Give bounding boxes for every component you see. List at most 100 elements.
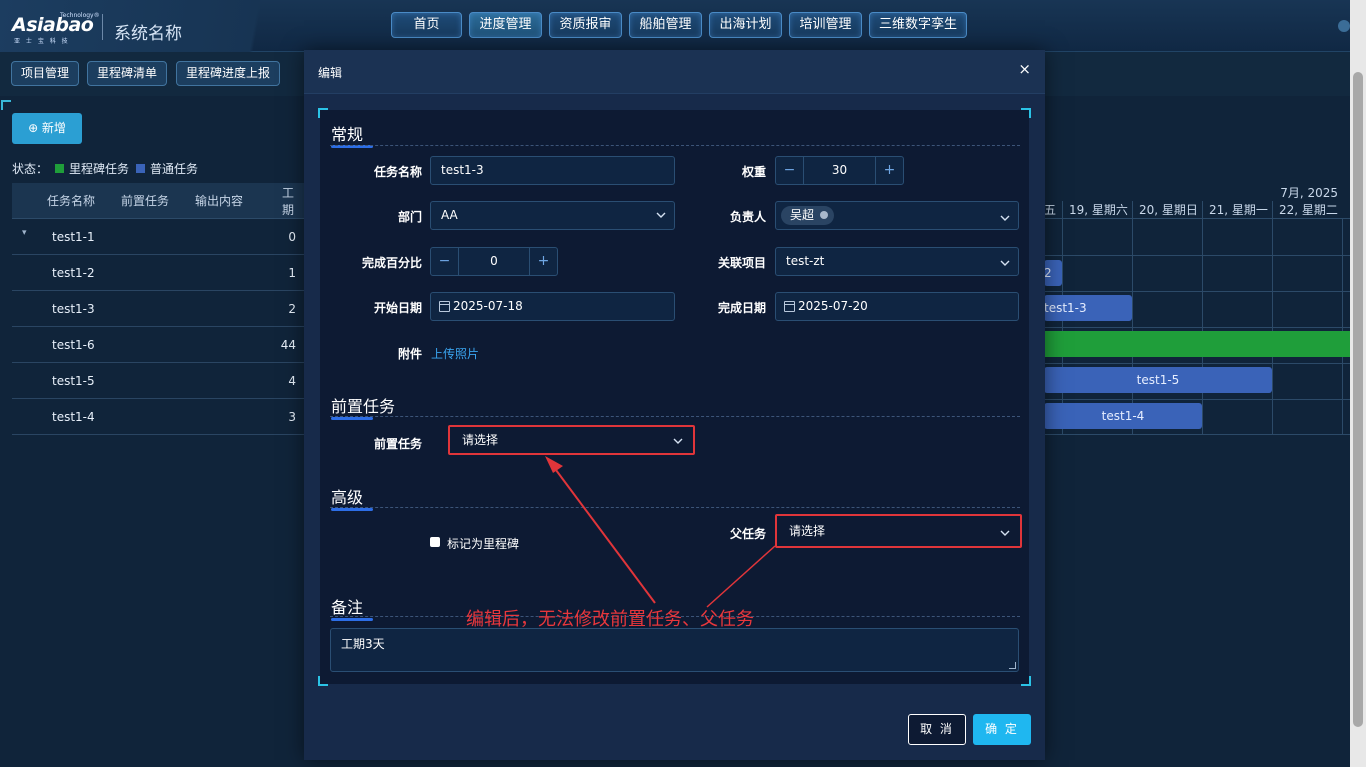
- percent-stepper[interactable]: − 0 +: [430, 247, 558, 276]
- dept-select[interactable]: AA: [430, 201, 675, 230]
- end-date-picker[interactable]: 2025-07-20: [775, 292, 1019, 321]
- start-date-picker[interactable]: 2025-07-18: [430, 292, 675, 321]
- chevron-down-icon: [1000, 215, 1010, 221]
- table-row[interactable]: test1-5 4: [12, 363, 304, 399]
- nav-ships[interactable]: 船舶管理: [629, 12, 702, 38]
- modal-header: 编辑 ×: [304, 50, 1045, 94]
- scrollbar[interactable]: [1350, 0, 1366, 767]
- table-row[interactable]: ▾ test1-1 0: [12, 219, 304, 255]
- gantt-month: 7月, 2025: [1280, 186, 1338, 200]
- nav-qualification[interactable]: 资质报审: [549, 12, 622, 38]
- percent-minus-button[interactable]: −: [431, 248, 458, 275]
- annotation-text: 编辑后，无法修改前置任务、父任务: [466, 609, 754, 630]
- system-name: 系统名称: [114, 24, 182, 44]
- section-advanced: 高级: [331, 484, 373, 511]
- parent-task-label: 父任务: [729, 527, 766, 541]
- form-area: 常规 任务名称 test1-3 权重 − 30 + 部门 AA 负责人 吴超 完…: [318, 108, 1031, 686]
- close-icon[interactable]: ×: [1018, 62, 1031, 77]
- project-label: 关联项目: [717, 256, 766, 270]
- section-predecessor: 前置任务: [331, 393, 395, 420]
- chevron-down-icon: [656, 212, 666, 218]
- percent-value[interactable]: 0: [458, 248, 530, 275]
- gantt-day: 五: [1044, 203, 1057, 217]
- predecessor-select[interactable]: 请选择: [451, 428, 692, 452]
- gantt-day: 22, 星期二: [1272, 201, 1342, 219]
- task-name-input[interactable]: test1-3: [430, 156, 675, 185]
- status-legend: 状态： 里程碑任务 普通任务: [12, 160, 198, 177]
- scrollbar-thumb[interactable]: [1353, 72, 1363, 727]
- owner-tag[interactable]: 吴超: [781, 206, 835, 225]
- remark-textarea[interactable]: 工期3天: [330, 628, 1019, 672]
- legend-normal: 普通任务: [150, 162, 199, 176]
- gantt-bar-test1-6[interactable]: [1044, 331, 1350, 357]
- col-output[interactable]: 输出内容: [195, 192, 243, 209]
- owner-select[interactable]: 吴超: [775, 201, 1019, 230]
- nav-training[interactable]: 培训管理: [789, 12, 862, 38]
- owner-label: 负责人: [729, 210, 766, 224]
- table-row[interactable]: test1-2 1: [12, 255, 304, 291]
- logo-subtext: 亚 士 宝 科 技: [14, 38, 70, 45]
- gantt-bar-test1-2[interactable]: 2: [1044, 260, 1062, 286]
- chevron-down-icon: [1000, 530, 1010, 536]
- weight-value[interactable]: 30: [803, 157, 876, 184]
- logo-tagline: Technology®: [60, 12, 100, 19]
- calendar-icon: [439, 301, 450, 312]
- frame-corner: [318, 676, 328, 686]
- section-remark: 备注: [331, 594, 373, 621]
- gantt-day: 21, 星期一: [1202, 201, 1272, 219]
- frame-corner: [1021, 676, 1031, 686]
- weight-minus-button[interactable]: −: [776, 157, 803, 184]
- user-icon[interactable]: [1338, 20, 1350, 32]
- gantt-day: 20, 星期日: [1132, 201, 1202, 219]
- tag-close-icon[interactable]: [820, 210, 829, 219]
- cancel-button[interactable]: 取 消: [908, 714, 966, 745]
- gantt-days: 五 19, 星期六 20, 星期日 21, 星期一 22, 星期二: [1044, 201, 1350, 219]
- subnav-milestone-list[interactable]: 里程碑清单: [87, 61, 168, 86]
- edit-modal: 编辑 × 常规 任务名称 test1-3 权重 − 30 + 部门 AA 负责人…: [304, 50, 1045, 760]
- collapse-icon[interactable]: ▾: [22, 228, 27, 238]
- chevron-down-icon: [1000, 260, 1010, 266]
- logo-divider: [102, 14, 103, 40]
- weight-stepper[interactable]: − 30 +: [775, 156, 904, 185]
- add-button[interactable]: ⊕ 新增: [12, 113, 82, 144]
- nav-home[interactable]: 首页: [391, 12, 462, 38]
- percent-label: 完成百分比: [361, 256, 422, 270]
- confirm-button[interactable]: 确 定: [973, 714, 1031, 745]
- frame-corner: [1021, 108, 1031, 118]
- task-name-label: 任务名称: [373, 165, 422, 179]
- table-row[interactable]: test1-4 3: [12, 399, 304, 435]
- end-date-label: 完成日期: [717, 301, 766, 315]
- nav-progress[interactable]: 进度管理: [469, 12, 542, 38]
- modal-title: 编辑: [318, 66, 343, 80]
- table-row[interactable]: test1-6 44: [12, 327, 304, 363]
- gantt-day: 19, 星期六: [1062, 201, 1132, 219]
- milestone-checkbox[interactable]: [430, 537, 440, 547]
- upload-photo-link[interactable]: 上传照片: [431, 345, 479, 362]
- col-duration[interactable]: 工期: [282, 184, 304, 218]
- project-select[interactable]: test-zt: [775, 247, 1019, 276]
- frame-corner: [318, 108, 328, 118]
- predecessor-label: 前置任务: [373, 437, 422, 451]
- section-divider: [330, 145, 1020, 146]
- weight-plus-button[interactable]: +: [876, 157, 903, 184]
- parent-task-select[interactable]: 请选择: [778, 517, 1019, 545]
- table-row[interactable]: test1-3 2: [12, 291, 304, 327]
- gantt-bar-test1-4[interactable]: test1-4: [1044, 403, 1202, 429]
- subnav-project-management[interactable]: 项目管理: [11, 61, 80, 86]
- gantt-bar-test1-5[interactable]: test1-5: [1044, 367, 1272, 393]
- weight-label: 权重: [741, 165, 766, 179]
- resize-handle-icon[interactable]: [1009, 662, 1016, 669]
- section-divider: [330, 507, 1020, 508]
- nav-sea-plan[interactable]: 出海计划: [709, 12, 782, 38]
- legend-milestone: 里程碑任务: [69, 162, 130, 176]
- percent-plus-button[interactable]: +: [530, 248, 557, 275]
- subnav-milestone-report[interactable]: 里程碑进度上报: [176, 61, 281, 86]
- milestone-checkbox-label[interactable]: 标记为里程碑: [447, 535, 519, 552]
- nav-digital-twin[interactable]: 三维数字孪生: [869, 12, 968, 38]
- task-table: 任务名称 前置任务 输出内容 工期 ▾ test1-1 0 test1-2 1 tes…: [12, 183, 304, 435]
- col-task-name[interactable]: 任务名称: [47, 192, 95, 209]
- gantt-bar-test1-3[interactable]: test1-3: [1044, 295, 1132, 321]
- dept-label: 部门: [397, 210, 422, 224]
- col-predecessor[interactable]: 前置任务: [121, 192, 169, 209]
- calendar-icon: [784, 301, 795, 312]
